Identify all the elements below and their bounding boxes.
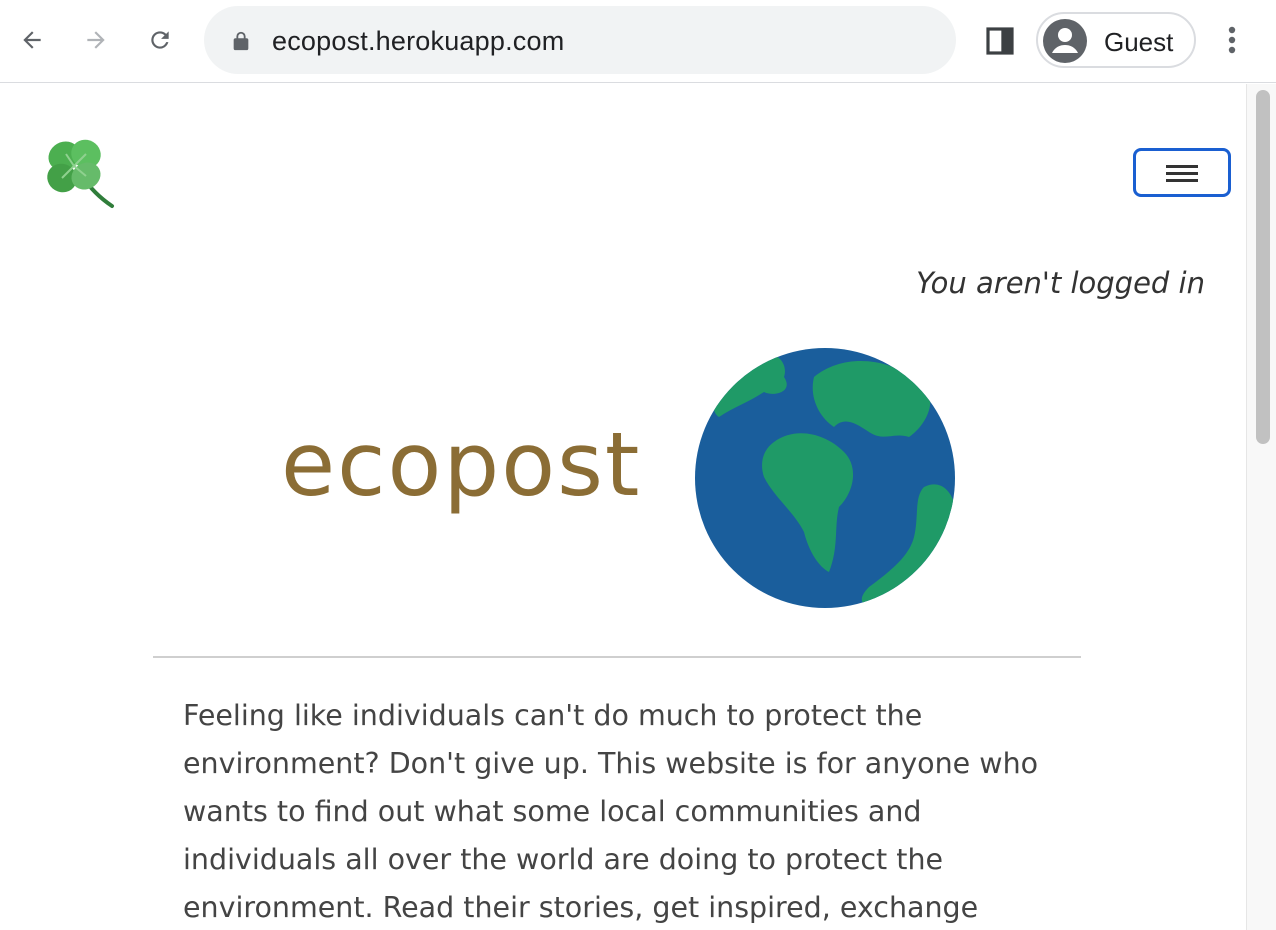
page-scrollbar[interactable] — [1246, 84, 1276, 930]
lock-icon[interactable] — [230, 30, 252, 52]
hamburger-icon — [1166, 165, 1198, 168]
profile-button[interactable]: Guest — [1036, 12, 1196, 68]
side-panel-icon[interactable] — [984, 25, 1016, 57]
navbar-toggle-button[interactable] — [1133, 148, 1231, 197]
profile-name: Guest — [1104, 27, 1174, 57]
hamburger-line — [1166, 172, 1198, 175]
scroll-thumb[interactable] — [1256, 90, 1270, 444]
back-button[interactable] — [12, 20, 52, 60]
divider — [153, 656, 1081, 658]
brand-name: ecopost — [281, 413, 642, 516]
browser-toolbar: ecopost.herokuapp.com Guest — [0, 0, 1276, 83]
clover-icon[interactable] — [36, 132, 120, 212]
url-text[interactable]: ecopost.herokuapp.com — [272, 26, 564, 57]
page-content: You aren't logged in ecopost Feeling lik… — [0, 84, 1246, 930]
back-arrow-icon — [23, 31, 41, 49]
kebab-menu-icon[interactable] — [1216, 20, 1248, 60]
hamburger-line — [1166, 179, 1198, 182]
forward-button[interactable] — [76, 20, 116, 60]
address-bar[interactable]: ecopost.herokuapp.com — [204, 6, 956, 74]
intro-paragraph: Feeling like individuals can't do much t… — [183, 699, 1039, 924]
avatar-icon — [1043, 19, 1087, 63]
reload-button[interactable] — [140, 20, 180, 60]
login-status: You aren't logged in — [916, 266, 1205, 300]
globe-icon — [695, 348, 955, 608]
forward-arrow-icon — [87, 31, 105, 49]
reload-icon — [151, 31, 169, 49]
